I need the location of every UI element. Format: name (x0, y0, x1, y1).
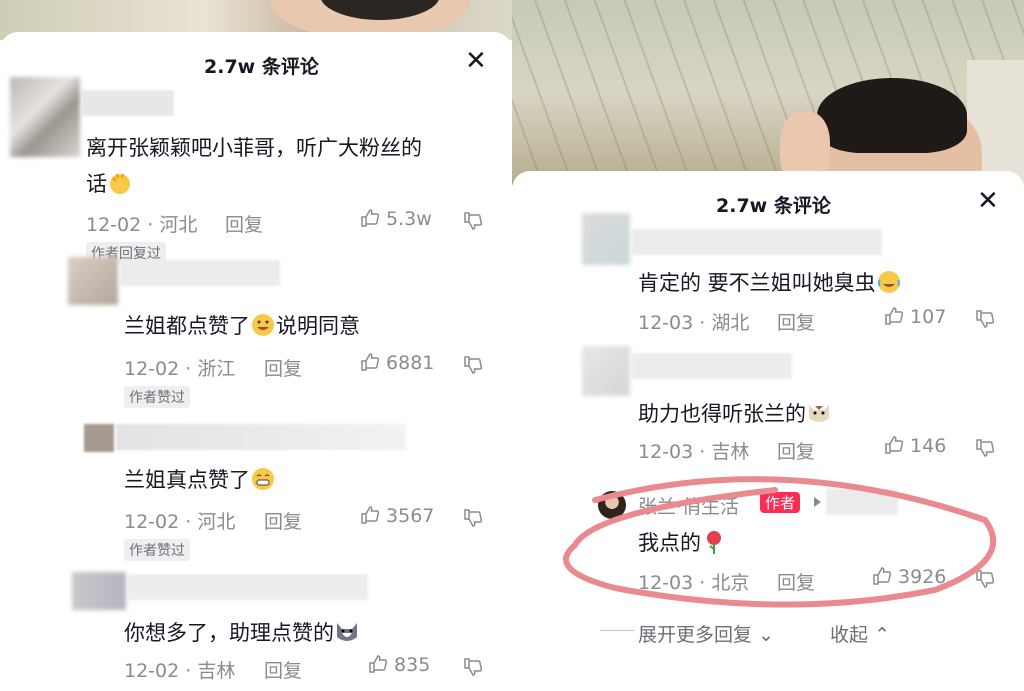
thumb-down-icon[interactable] (463, 507, 485, 529)
comment-meta: 12-03 · 湖北 (638, 312, 750, 334)
clapping-hands-icon (110, 173, 130, 194)
reply-button[interactable]: 回复 (225, 210, 263, 237)
thumb-up-icon (361, 209, 380, 227)
like-button[interactable]: 5.3w (360, 208, 432, 230)
close-icon[interactable]: ✕ (977, 188, 999, 214)
comment-text: 兰姐真点赞了 (124, 464, 276, 494)
thumb-down-icon[interactable] (975, 437, 997, 459)
divider-line (600, 630, 634, 631)
reply-button[interactable]: 回复 (264, 656, 302, 682)
thumb-down-icon[interactable] (463, 210, 485, 232)
person-hair (817, 78, 967, 153)
comment-line2: 话 (86, 172, 107, 196)
username (120, 260, 280, 286)
like-button[interactable]: 6881 (360, 352, 434, 374)
comment-meta: 12-02 · 浙江 (124, 358, 236, 380)
panel-title: 2.7w 条评论 (204, 56, 319, 78)
comment-panel-right: 2.7w 条评论 ✕ 肯定的 要不兰姐叫她臭虫 12-03 · 湖北 回复 10… (512, 171, 1024, 691)
comment-text: 肯定的 要不兰姐叫她臭虫 (638, 267, 902, 297)
comment-text: 你想多了，助理点赞的 (124, 617, 360, 647)
avatar (10, 77, 80, 157)
chevron-up-icon: ⌃ (874, 624, 890, 646)
comment-line1: 离开张颖颖吧小菲哥，听广大粉丝的 (86, 136, 422, 160)
thumb-down-icon[interactable] (463, 656, 485, 678)
username (82, 90, 174, 116)
expand-more-replies-button[interactable]: 展开更多回复 ⌄ (638, 620, 774, 647)
comment-text: 助力也得听张兰的 (638, 398, 832, 428)
thumb-up-icon (885, 307, 904, 325)
username (128, 574, 368, 600)
like-button[interactable]: 835 (368, 654, 430, 676)
username (632, 353, 792, 379)
avatar (68, 257, 118, 305)
author-liked-tag: 作者赞过 (124, 386, 190, 408)
avatar (84, 424, 114, 452)
avatar (582, 346, 630, 396)
thumb-up-icon (361, 506, 380, 524)
reply-button[interactable]: 回复 (264, 507, 302, 534)
crying-laughing-icon (877, 271, 900, 293)
reply-button[interactable]: 回复 (777, 308, 815, 335)
comment-panel-left: 2.7w 条评论 ✕ 离开张颖颖吧小菲哥，听广大粉丝的 话 12-02 · 河北… (0, 32, 512, 682)
close-icon[interactable]: ✕ (465, 48, 487, 74)
author-liked-tag: 作者赞过 (124, 539, 190, 561)
thumb-up-icon (885, 436, 904, 454)
thumb-down-icon[interactable] (975, 308, 997, 330)
chevron-down-icon: ⌄ (758, 624, 774, 646)
comment-text-line2: 话 (86, 168, 133, 198)
grinning-face-icon (252, 468, 274, 490)
like-button[interactable]: 3567 (360, 505, 434, 527)
avatar (72, 572, 126, 610)
laughing-face-icon (252, 314, 274, 336)
reply-button[interactable]: 回复 (777, 437, 815, 464)
comment-text: 离开张颖颖吧小菲哥，听广大粉丝的 (86, 132, 422, 162)
panel-title: 2.7w 条评论 (716, 195, 831, 217)
avatar (582, 213, 630, 265)
annotation-circle (563, 476, 997, 608)
comment-meta: 12-02 · 河北 (86, 214, 198, 236)
comment-meta: 12-02 · 吉林 (124, 660, 236, 682)
husky-dog-icon (337, 623, 357, 641)
comment-text: 兰姐都点赞了 说明同意 (124, 314, 360, 338)
thumb-up-icon (369, 655, 388, 673)
background-photo-right (512, 0, 1024, 185)
cat-face-icon (809, 405, 829, 422)
comment-meta: 12-02 · 河北 (124, 511, 236, 533)
thumb-up-icon (361, 353, 380, 371)
reply-button[interactable]: 回复 (264, 354, 302, 381)
username (632, 229, 882, 255)
comment-meta: 12-03 · 吉林 (638, 441, 750, 463)
like-button[interactable]: 146 (884, 435, 946, 457)
username (116, 424, 406, 450)
collapse-button[interactable]: 收起 ⌃ (830, 620, 890, 647)
like-button[interactable]: 107 (884, 306, 946, 328)
thumb-down-icon[interactable] (463, 354, 485, 376)
